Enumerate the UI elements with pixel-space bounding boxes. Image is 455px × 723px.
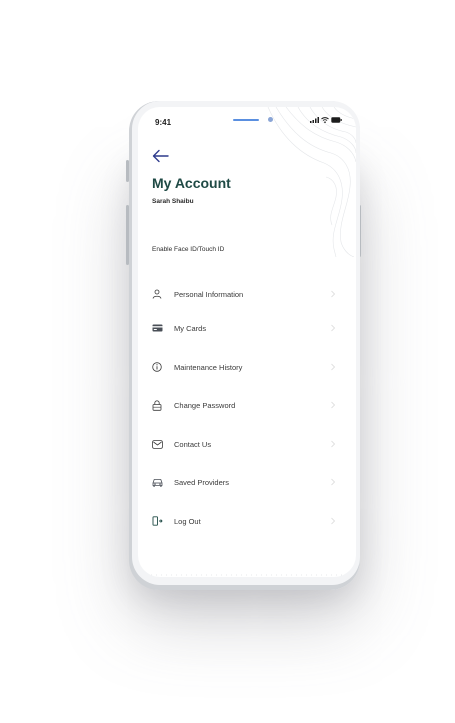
user-name: Sarah Shaibu	[152, 198, 194, 205]
menu-label: Saved Providers	[174, 477, 230, 487]
menu-item-my-cards[interactable]: My Cards	[138, 317, 356, 339]
chevron-right-icon	[331, 324, 336, 332]
info-icon	[151, 361, 163, 373]
menu-item-change-password[interactable]: Change Password	[138, 394, 356, 416]
app-screen: 9:41 My Account Sarah Shaibu Enable Face…	[138, 107, 356, 577]
logout-icon	[151, 515, 163, 527]
phone-side-button	[126, 160, 129, 182]
menu-label: Log Out	[174, 516, 201, 526]
battery-icon	[331, 117, 342, 123]
menu-item-log-out[interactable]: Log Out	[138, 510, 356, 532]
menu-label: Contact Us	[174, 439, 212, 449]
camera-dot	[268, 117, 273, 122]
menu-label: Personal Information	[174, 289, 244, 299]
mockup-stage: 9:41 My Account Sarah Shaibu Enable Face…	[0, 0, 455, 723]
chevron-right-icon	[331, 401, 336, 409]
chevron-right-icon	[331, 478, 336, 486]
page-title: My Account	[152, 175, 231, 191]
menu-item-contact-us[interactable]: Contact Us	[138, 433, 356, 455]
wifi-icon	[321, 117, 329, 123]
menu-label: My Cards	[174, 323, 207, 333]
menu-label: Maintenance History	[174, 362, 243, 372]
phone-volume-button	[126, 205, 129, 265]
person-icon	[151, 288, 163, 300]
mail-icon	[151, 438, 163, 450]
chevron-right-icon	[331, 517, 336, 525]
status-bar: 9:41	[138, 107, 356, 133]
back-arrow-icon[interactable]	[152, 149, 170, 163]
chevron-right-icon	[331, 440, 336, 448]
status-icons	[310, 117, 342, 123]
status-time: 9:41	[155, 118, 172, 127]
car-icon	[151, 476, 163, 488]
card-icon	[151, 322, 163, 334]
chevron-right-icon	[331, 363, 336, 371]
notch-line	[233, 119, 259, 121]
home-indicator	[146, 574, 348, 576]
menu-item-saved-providers[interactable]: Saved Providers	[138, 471, 356, 493]
face-id-toggle-label[interactable]: Enable Face ID/Touch ID	[152, 246, 224, 253]
signal-icon	[310, 117, 319, 123]
phone-frame: 9:41 My Account Sarah Shaibu Enable Face…	[132, 101, 360, 585]
menu-item-personal-information[interactable]: Personal Information	[138, 283, 356, 305]
menu-item-maintenance-history[interactable]: Maintenance History	[138, 356, 356, 378]
menu-label: Change Password	[174, 400, 236, 410]
lock-icon	[151, 399, 163, 411]
chevron-right-icon	[331, 290, 336, 298]
